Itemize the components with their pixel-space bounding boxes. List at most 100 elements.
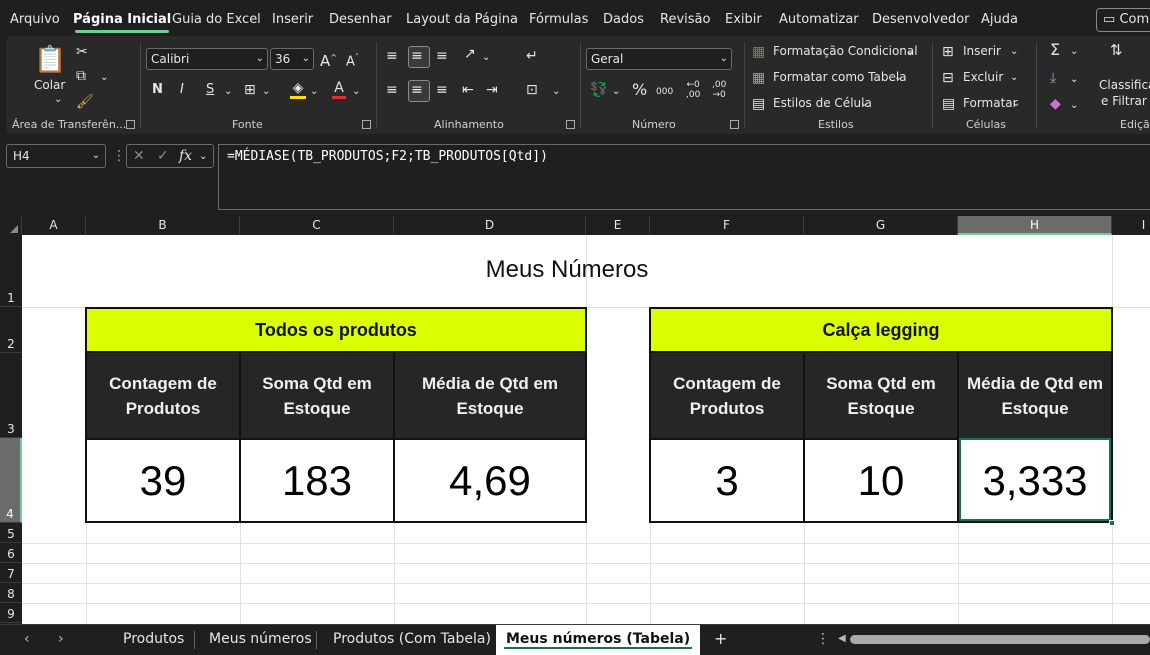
menu-tab-arquivo[interactable]: Arquivo	[10, 0, 60, 38]
wrap-text-icon[interactable]: ↵	[526, 48, 538, 64]
copy-chevron-icon[interactable]: ⌄	[100, 70, 108, 86]
cell-styles-icon[interactable]: ▤	[752, 96, 765, 112]
clear-chevron-icon[interactable]: ⌄	[1070, 98, 1078, 114]
cell-styles-button[interactable]: Estilos de Célula	[773, 96, 872, 110]
decrease-font-icon[interactable]: Aˇ	[346, 50, 359, 70]
column-header-g[interactable]: G	[804, 216, 958, 235]
conditional-format-button[interactable]: Formatação Condicional	[773, 44, 918, 58]
active-cell-h4[interactable]: 3,333	[959, 438, 1111, 521]
column-header-h[interactable]: H	[958, 216, 1112, 235]
sort-filter-button-line2[interactable]: e Filtrar	[1101, 94, 1147, 108]
row-header-7[interactable]: 7	[0, 563, 22, 583]
align-middle-icon[interactable]: ≡	[411, 48, 423, 64]
fill-chevron-icon[interactable]: ⌄	[310, 84, 318, 100]
chevron-down-icon[interactable]: ⌄	[906, 44, 914, 60]
paste-chevron-icon[interactable]: ⌄	[54, 92, 62, 108]
insert-cells-button[interactable]: Inserir	[963, 44, 1001, 58]
chevron-down-icon[interactable]: ⌄	[1012, 96, 1020, 112]
chevron-down-icon[interactable]: ⌄	[1010, 70, 1018, 86]
table-legging-count-value[interactable]: 3	[651, 438, 805, 521]
decrease-indent-icon[interactable]: ⇤	[462, 82, 474, 98]
worksheet-grid[interactable]: A B C D E F G H I 1 2 3 4 5 6 7 8 9 Meus…	[0, 216, 1150, 624]
accounting-format-icon[interactable]: 💱	[590, 82, 607, 98]
sheet-tab-produtos[interactable]: Produtos	[123, 625, 184, 655]
font-size-select[interactable]: 36 ⌄	[270, 48, 314, 70]
align-top-icon[interactable]: ≡	[386, 48, 398, 64]
table-all-col-avg[interactable]: Média de Qtd em Estoque	[395, 353, 585, 438]
borders-chevron-icon[interactable]: ⌄	[262, 84, 270, 100]
column-header-f[interactable]: F	[650, 216, 804, 235]
fill-down-icon[interactable]: ⤓	[1050, 70, 1056, 86]
format-cells-button[interactable]: Formatar	[963, 96, 1018, 110]
align-right-icon[interactable]: ≡	[436, 82, 448, 98]
cancel-icon[interactable]: ✕	[133, 148, 145, 164]
percent-icon[interactable]: %	[632, 82, 647, 98]
scroll-left-icon[interactable]: ◀	[838, 625, 846, 655]
format-as-table-icon[interactable]: ▦	[752, 70, 765, 86]
clear-eraser-icon[interactable]: ◆	[1050, 96, 1061, 112]
underline-chevron-icon[interactable]: ⌄	[224, 84, 232, 100]
merge-center-icon[interactable]: ⊡	[526, 82, 538, 98]
cut-icon[interactable]: ✂	[76, 44, 88, 60]
row-header-6[interactable]: 6	[0, 543, 22, 563]
next-sheet-icon[interactable]: ›	[58, 625, 64, 655]
clipboard-launcher-icon[interactable]	[126, 120, 135, 129]
number-launcher-icon[interactable]	[730, 120, 739, 129]
row-header-1[interactable]: 1	[0, 235, 22, 307]
menu-tab-formulas[interactable]: Fórmulas	[529, 0, 588, 38]
menu-tab-pagina-inicial[interactable]: Página Inicial	[73, 0, 171, 38]
row-header-8[interactable]: 8	[0, 583, 22, 603]
row-header-5[interactable]: 5	[0, 523, 22, 543]
menu-tab-dados[interactable]: Dados	[603, 0, 644, 38]
insert-cells-icon[interactable]: ⊞	[942, 44, 954, 60]
tabs-more-icon[interactable]: ⋮	[816, 625, 830, 655]
chevron-down-icon[interactable]: ⌄	[894, 70, 902, 86]
chevron-down-icon[interactable]: ⌄	[199, 149, 207, 165]
menu-tab-desenvolvedor[interactable]: Desenvolvedor	[872, 0, 970, 38]
font-color-chevron-icon[interactable]: ⌄	[352, 84, 360, 100]
table-all-sum-value[interactable]: 183	[241, 438, 395, 521]
row-header-4[interactable]: 4	[0, 438, 22, 523]
orientation-chevron-icon[interactable]: ⌄	[482, 50, 490, 66]
menu-tab-automatizar[interactable]: Automatizar	[779, 0, 859, 38]
bold-button[interactable]: N	[152, 82, 163, 97]
menu-tab-ajuda[interactable]: Ajuda	[981, 0, 1018, 38]
sheet-tab-meus-numeros-tabela[interactable]: Meus números (Tabela)	[496, 625, 701, 655]
align-left-icon[interactable]: ≡	[386, 82, 398, 98]
formula-input[interactable]: =MÉDIASE(TB_PRODUTOS;F2;TB_PRODUTOS[Qtd]…	[218, 144, 1150, 210]
align-center-icon[interactable]: ≡	[411, 82, 423, 98]
row-header-9[interactable]: 9	[0, 603, 22, 623]
font-name-select[interactable]: Calibri ⌄	[146, 48, 268, 70]
horizontal-scrollbar[interactable]	[850, 635, 1150, 644]
decrease-decimal-icon[interactable]: ,00 →0	[712, 80, 726, 100]
select-all-corner[interactable]	[0, 216, 22, 235]
menu-tab-layout[interactable]: Layout da Página	[406, 0, 518, 38]
table-all-col-sum[interactable]: Soma Qtd em Estoque	[241, 353, 395, 438]
conditional-format-icon[interactable]: ▦	[752, 44, 765, 60]
italic-button[interactable]: I	[180, 82, 184, 97]
autosum-icon[interactable]: Σ	[1050, 42, 1060, 58]
column-header-b[interactable]: B	[86, 216, 240, 235]
table-legging-header[interactable]: Calça legging	[651, 309, 1111, 353]
fill-chevron-icon[interactable]: ⌄	[1070, 72, 1078, 88]
table-legging-sum-value[interactable]: 10	[805, 438, 959, 521]
chevron-down-icon[interactable]: ⌄	[860, 96, 868, 112]
merge-chevron-icon[interactable]: ⌄	[552, 84, 560, 100]
column-header-d[interactable]: D	[394, 216, 586, 235]
table-all-header[interactable]: Todos os produtos	[87, 309, 585, 353]
name-box[interactable]: H4 ⌄	[6, 144, 106, 168]
menu-tab-exibir[interactable]: Exibir	[725, 0, 762, 38]
underline-button[interactable]: S	[206, 82, 214, 97]
column-header-a[interactable]: A	[22, 216, 86, 235]
autosum-chevron-icon[interactable]: ⌄	[1070, 44, 1078, 60]
fill-color-icon[interactable]: ◈	[290, 80, 306, 99]
format-painter-icon[interactable]: 🖌	[76, 94, 94, 110]
column-header-e[interactable]: E	[586, 216, 650, 235]
column-header-c[interactable]: C	[240, 216, 394, 235]
table-all-count-value[interactable]: 39	[87, 438, 241, 521]
sort-filter-icon[interactable]: ⇅	[1110, 42, 1123, 58]
increase-indent-icon[interactable]: ⇥	[486, 82, 498, 98]
align-bottom-icon[interactable]: ≡	[436, 48, 448, 64]
row-header-3[interactable]: 3	[0, 353, 22, 438]
font-launcher-icon[interactable]	[362, 120, 371, 129]
